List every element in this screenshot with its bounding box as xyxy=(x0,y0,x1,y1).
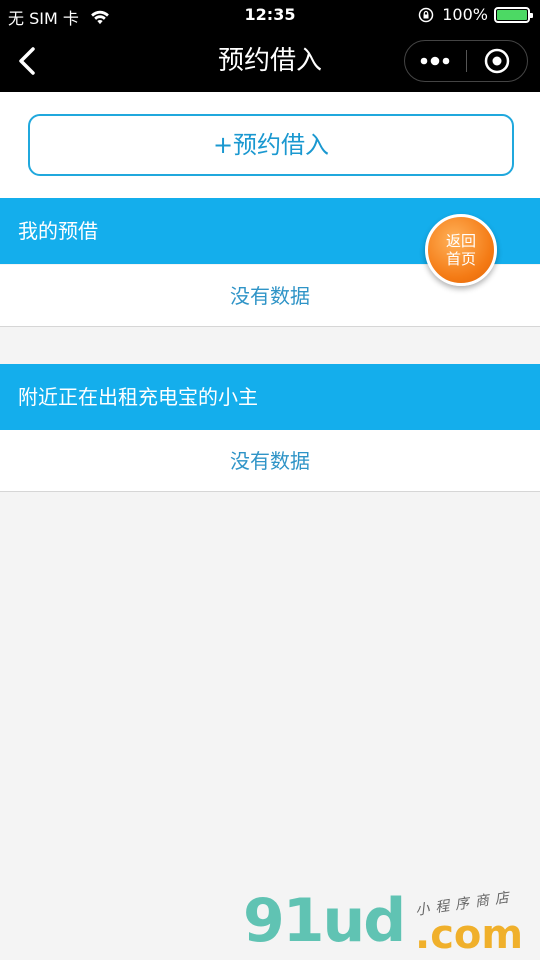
battery-fill xyxy=(497,9,527,20)
battery-nub xyxy=(530,12,533,18)
status-right: 100% xyxy=(418,5,533,24)
orientation-lock-icon xyxy=(419,7,434,22)
status-bar: 无 SIM 卡 12:35 100% xyxy=(0,0,540,30)
home-button-line1: 返回 xyxy=(445,232,476,250)
watermark-logo: 91ud xyxy=(243,886,406,956)
watermark: 91ud 小程序商店 .com xyxy=(235,885,535,960)
more-dots-icon xyxy=(420,56,450,66)
watermark-domain: .com xyxy=(415,912,524,958)
empty-state-nearby-lenders: 没有数据 xyxy=(0,430,540,492)
section-header-nearby-lenders: 附近正在出租充电宝的小主 xyxy=(0,364,540,430)
reserve-area: +预约借入 xyxy=(0,92,540,198)
battery-percent: 100% xyxy=(442,5,488,24)
reserve-borrow-button[interactable]: +预约借入 xyxy=(28,114,514,176)
nav-bar: 预约借入 xyxy=(0,30,540,92)
back-button[interactable] xyxy=(10,44,44,78)
battery-icon xyxy=(494,6,533,23)
menu-capsule xyxy=(404,40,528,82)
target-close-icon xyxy=(484,48,509,74)
home-button-line2: 首页 xyxy=(445,250,476,268)
chevron-left-icon xyxy=(19,47,35,75)
close-miniprogram-button[interactable] xyxy=(467,41,528,81)
home-float-button[interactable]: 返回 首页 xyxy=(425,214,497,286)
more-button[interactable] xyxy=(405,41,466,81)
